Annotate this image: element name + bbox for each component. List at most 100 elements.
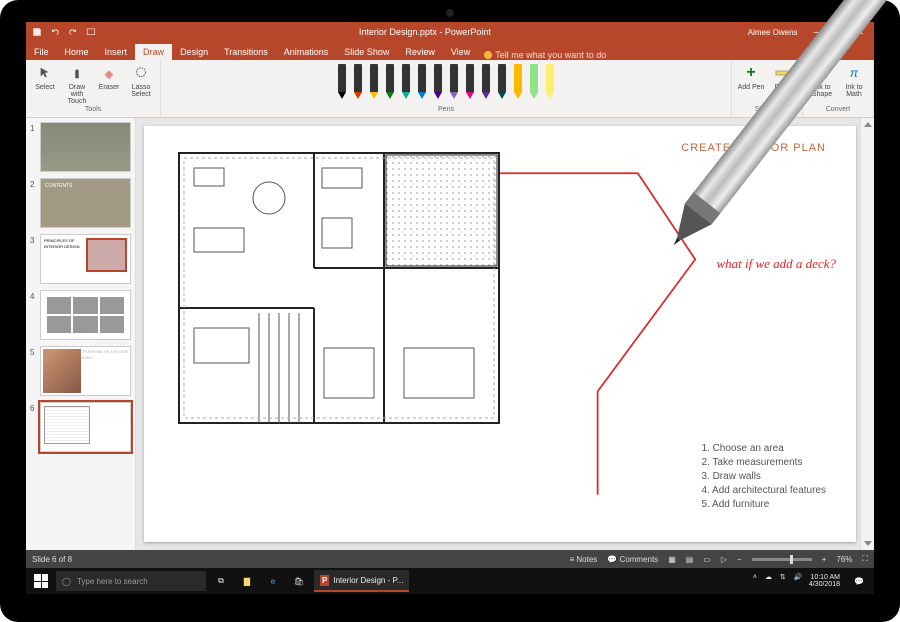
store-icon[interactable]: 🛍 (288, 570, 310, 592)
normal-view-icon[interactable]: ▦ (668, 555, 676, 564)
pen-11[interactable] (511, 64, 525, 100)
system-tray[interactable]: ˄ ☁ ⇅ 🔊 10:10 AM 4/30/2018 (753, 574, 844, 588)
thumb-1[interactable] (40, 122, 131, 172)
thumb-5[interactable]: PURPOSE OF A FLOOR PLAN (40, 346, 131, 396)
pen-9[interactable] (479, 64, 493, 100)
eraser-label: Eraser (99, 84, 120, 91)
maximize-icon[interactable]: ▢ (834, 27, 843, 38)
ribbon-group-pens: Pens (161, 60, 732, 117)
pen-2[interactable] (367, 64, 381, 100)
vertical-scrollbar[interactable] (860, 118, 874, 550)
taskbar-search[interactable]: ◯ Type here to search (56, 571, 206, 591)
slide-counter: Slide 6 of 8 (32, 555, 72, 564)
slide-canvas[interactable]: CREATE A FLOOR PLAN (144, 126, 856, 542)
notes-button[interactable]: ≡ Notes (570, 555, 598, 564)
eraser-button[interactable]: Eraser (94, 64, 124, 91)
status-bar: Slide 6 of 8 ≡ Notes 💬 Comments ▦ ▤ ▭ ▷ … (26, 550, 874, 568)
tablet-frame: Interior Design.pptx - PowerPoint Aimee … (0, 0, 900, 622)
tab-review[interactable]: Review (397, 44, 443, 60)
taskbar-app-powerpoint[interactable]: P Interior Design - P... (314, 570, 409, 592)
zoom-out-icon[interactable]: − (737, 555, 742, 564)
pen-13[interactable] (543, 64, 557, 100)
undo-icon[interactable] (50, 27, 60, 37)
tab-transitions[interactable]: Transitions (216, 44, 276, 60)
wifi-icon[interactable]: ⇅ (780, 574, 786, 581)
action-center-icon[interactable]: 💬 (848, 570, 870, 592)
tell-me-search[interactable]: Tell me what you want to do (484, 50, 606, 60)
slide-steps: 1. Choose an area 2. Take measurements 3… (701, 442, 826, 512)
ink-math-label: Ink to Math (839, 84, 869, 98)
tab-design[interactable]: Design (172, 44, 216, 60)
save-icon[interactable] (32, 27, 42, 37)
pen-1[interactable] (351, 64, 365, 100)
stencils-group-label: Stencils (755, 106, 780, 115)
fit-to-window-icon[interactable]: ⛶ (862, 554, 868, 564)
draw-touch-button[interactable]: Draw with Touch (62, 64, 92, 105)
tab-view[interactable]: View (443, 44, 478, 60)
zoom-level[interactable]: 76% (836, 555, 852, 564)
ribbon-group-stencils: +Add Pen Ruler Stencils (732, 60, 803, 117)
step-1: 1. Choose an area (701, 442, 826, 456)
thumb-number: 2 (30, 178, 40, 228)
ruler-button[interactable]: Ruler (768, 64, 798, 91)
ink-to-shape-button[interactable]: Ink to Shape (807, 64, 837, 98)
redo-icon[interactable] (68, 27, 78, 37)
tab-animations[interactable]: Animations (276, 44, 337, 60)
taskbar-app-label: Interior Design - P... (333, 576, 403, 585)
edge-icon[interactable]: e (262, 570, 284, 592)
ink-annotation-text: what if we add a deck? (716, 256, 836, 272)
start-from-beginning-icon[interactable] (86, 27, 96, 37)
zoom-in-icon[interactable]: + (822, 555, 827, 564)
thumb-4[interactable] (40, 290, 131, 340)
thumb-number: 6 (30, 402, 40, 452)
tab-file[interactable]: File (26, 44, 57, 60)
slideshow-view-icon[interactable]: ▷ (721, 555, 727, 564)
pen-5[interactable] (415, 64, 429, 100)
select-button[interactable]: Select (30, 64, 60, 91)
reading-view-icon[interactable]: ▭ (703, 555, 711, 564)
pen-10[interactable] (495, 64, 509, 100)
pen-3[interactable] (383, 64, 397, 100)
main-area: 1 2CONTENTS 3PRINCIPLES OF INTERIOR DESI… (26, 118, 874, 550)
pen-6[interactable] (431, 64, 445, 100)
quick-access-toolbar (26, 27, 102, 37)
slide-title: CREATE A FLOOR PLAN (681, 142, 826, 154)
explorer-icon[interactable]: ▇ (236, 570, 258, 592)
lasso-button[interactable]: Lasso Select (126, 64, 156, 98)
task-view-icon[interactable]: ⧉ (210, 570, 232, 592)
tab-home[interactable]: Home (57, 44, 97, 60)
tab-slideshow[interactable]: Slide Show (336, 44, 397, 60)
ribbon-group-tools: Select Draw with Touch Eraser Lasso Sele… (26, 60, 161, 117)
pen-4[interactable] (399, 64, 413, 100)
minimize-icon[interactable]: ─ (814, 27, 820, 37)
slide-canvas-wrap: CREATE A FLOOR PLAN (136, 118, 874, 550)
thumb-6[interactable] (40, 402, 131, 452)
onedrive-icon[interactable]: ☁ (765, 574, 772, 581)
clock-date: 4/30/2018 (809, 581, 840, 588)
step-3: 3. Draw walls (701, 470, 826, 484)
slide-thumbnails[interactable]: 1 2CONTENTS 3PRINCIPLES OF INTERIOR DESI… (26, 118, 136, 550)
add-pen-button[interactable]: +Add Pen (736, 64, 766, 91)
tab-draw[interactable]: Draw (135, 44, 172, 60)
pen-12[interactable] (527, 64, 541, 100)
draw-touch-label: Draw with Touch (62, 84, 92, 105)
comments-button[interactable]: 💬 Comments (607, 555, 658, 564)
pen-0[interactable] (335, 64, 349, 100)
clock-time: 10:10 AM (810, 574, 840, 581)
start-button[interactable] (30, 570, 52, 592)
sorter-view-icon[interactable]: ▤ (686, 555, 694, 564)
step-2: 2. Take measurements (701, 456, 826, 470)
zoom-slider[interactable] (752, 558, 812, 561)
ink-to-math-button[interactable]: πInk to Math (839, 64, 869, 98)
pen-7[interactable] (447, 64, 461, 100)
volume-icon[interactable]: 🔊 (794, 574, 803, 581)
thumb-3[interactable]: PRINCIPLES OF INTERIOR DESIGN (40, 234, 131, 284)
user-name[interactable]: Aimee Owens (748, 28, 798, 37)
thumb-2[interactable]: CONTENTS (40, 178, 131, 228)
thumb-3-label: PRINCIPLES OF INTERIOR DESIGN (44, 238, 80, 249)
tray-up-icon[interactable]: ˄ (753, 574, 757, 581)
lasso-label: Lasso Select (126, 84, 156, 98)
pen-8[interactable] (463, 64, 477, 100)
tab-insert[interactable]: Insert (97, 44, 136, 60)
close-icon[interactable]: ✕ (856, 27, 864, 38)
